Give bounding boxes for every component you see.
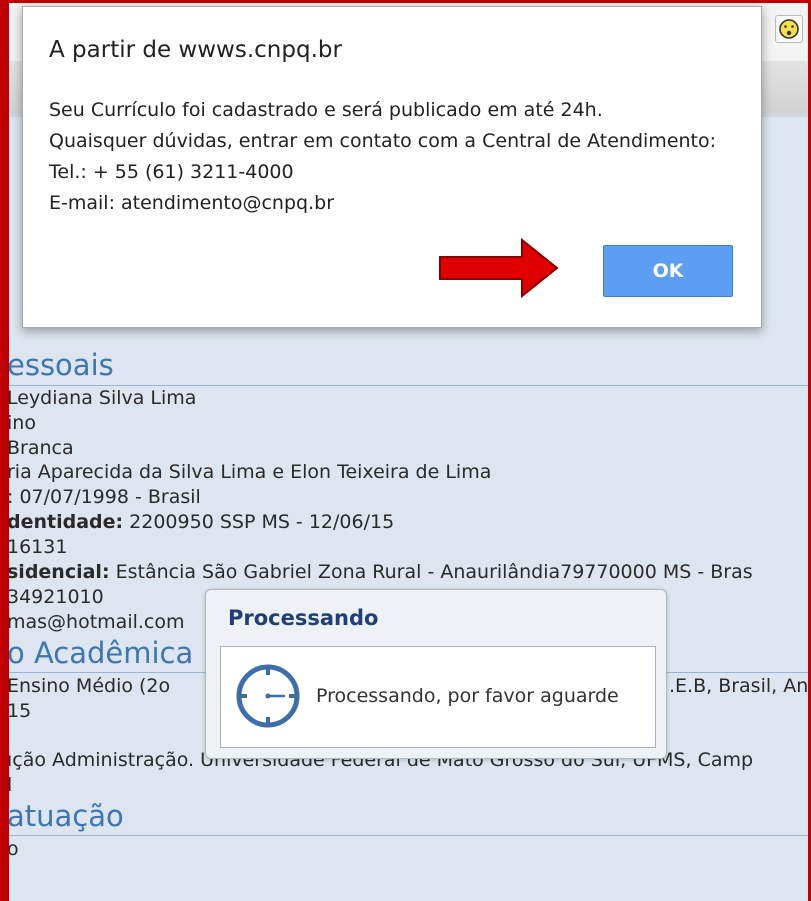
red-arrow-icon (439, 237, 559, 299)
section-divider (9, 385, 811, 386)
processing-modal: Processando Processando, por favor aguar… (205, 589, 667, 759)
alert-dialog: A partir de wwws.cnpq.br Seu Currículo f… (22, 6, 762, 328)
sex-line: ino (9, 412, 36, 434)
address-label: sidencial: (9, 561, 110, 583)
name-line: Leydiana Silva Lima (9, 387, 197, 409)
dialog-message-line: Quaisquer dúvidas, entrar em contato com… (49, 130, 717, 152)
parents-line: ria Aparecida da Silva Lima e Elon Teixe… (9, 461, 492, 483)
race-line: Branca (9, 437, 74, 459)
processing-body: Processando, por favor aguarde (220, 646, 656, 748)
cpf-line: 16131 (9, 536, 68, 558)
education-line-1-right: .E.B, Brasil, An (669, 675, 809, 697)
identity-label: dentidade: (9, 511, 124, 533)
address-line: sidencial: Estância São Gabriel Zona Rur… (9, 561, 753, 583)
dialog-message-line: E-mail: atendimento@cnpq.br (49, 192, 335, 214)
section-title-personal: essoais (9, 348, 114, 382)
processing-title: Processando (228, 606, 379, 630)
section-title-academic: o Acadêmica (9, 636, 194, 670)
dialog-message-line: Seu Currículo foi cadastrado e será publ… (49, 99, 603, 121)
identity-line: dentidade: 2200950 SSP MS - 12/06/15 (9, 511, 394, 533)
section-divider (9, 835, 811, 836)
address-value: Estância São Gabriel Zona Rural - Anauri… (109, 561, 753, 583)
smiley-button[interactable] (775, 15, 803, 43)
dialog-message: Seu Currículo foi cadastrado e será publ… (49, 95, 716, 219)
birth-line: : 07/07/1998 - Brasil (9, 486, 201, 508)
smiley-icon (779, 19, 799, 39)
email-line: mas@hotmail.com (9, 611, 185, 633)
education-line-4: l (9, 774, 13, 796)
ok-button[interactable]: OK (603, 245, 733, 297)
processing-message: Processando, por favor aguarde (316, 685, 619, 707)
education-line-2: 15 (9, 700, 32, 722)
clock-icon (236, 664, 300, 728)
dialog-message-line: Tel.: + 55 (61) 3211-4000 (49, 161, 294, 183)
section-title-work: atuação (9, 799, 124, 833)
dialog-title: A partir de wwws.cnpq.br (49, 37, 342, 63)
phone-line: 34921010 (9, 586, 104, 608)
identity-value: 2200950 SSP MS - 12/06/15 (123, 511, 395, 533)
education-line-1: Ensino Médio (2o (9, 675, 171, 697)
work-line: o (9, 838, 19, 860)
